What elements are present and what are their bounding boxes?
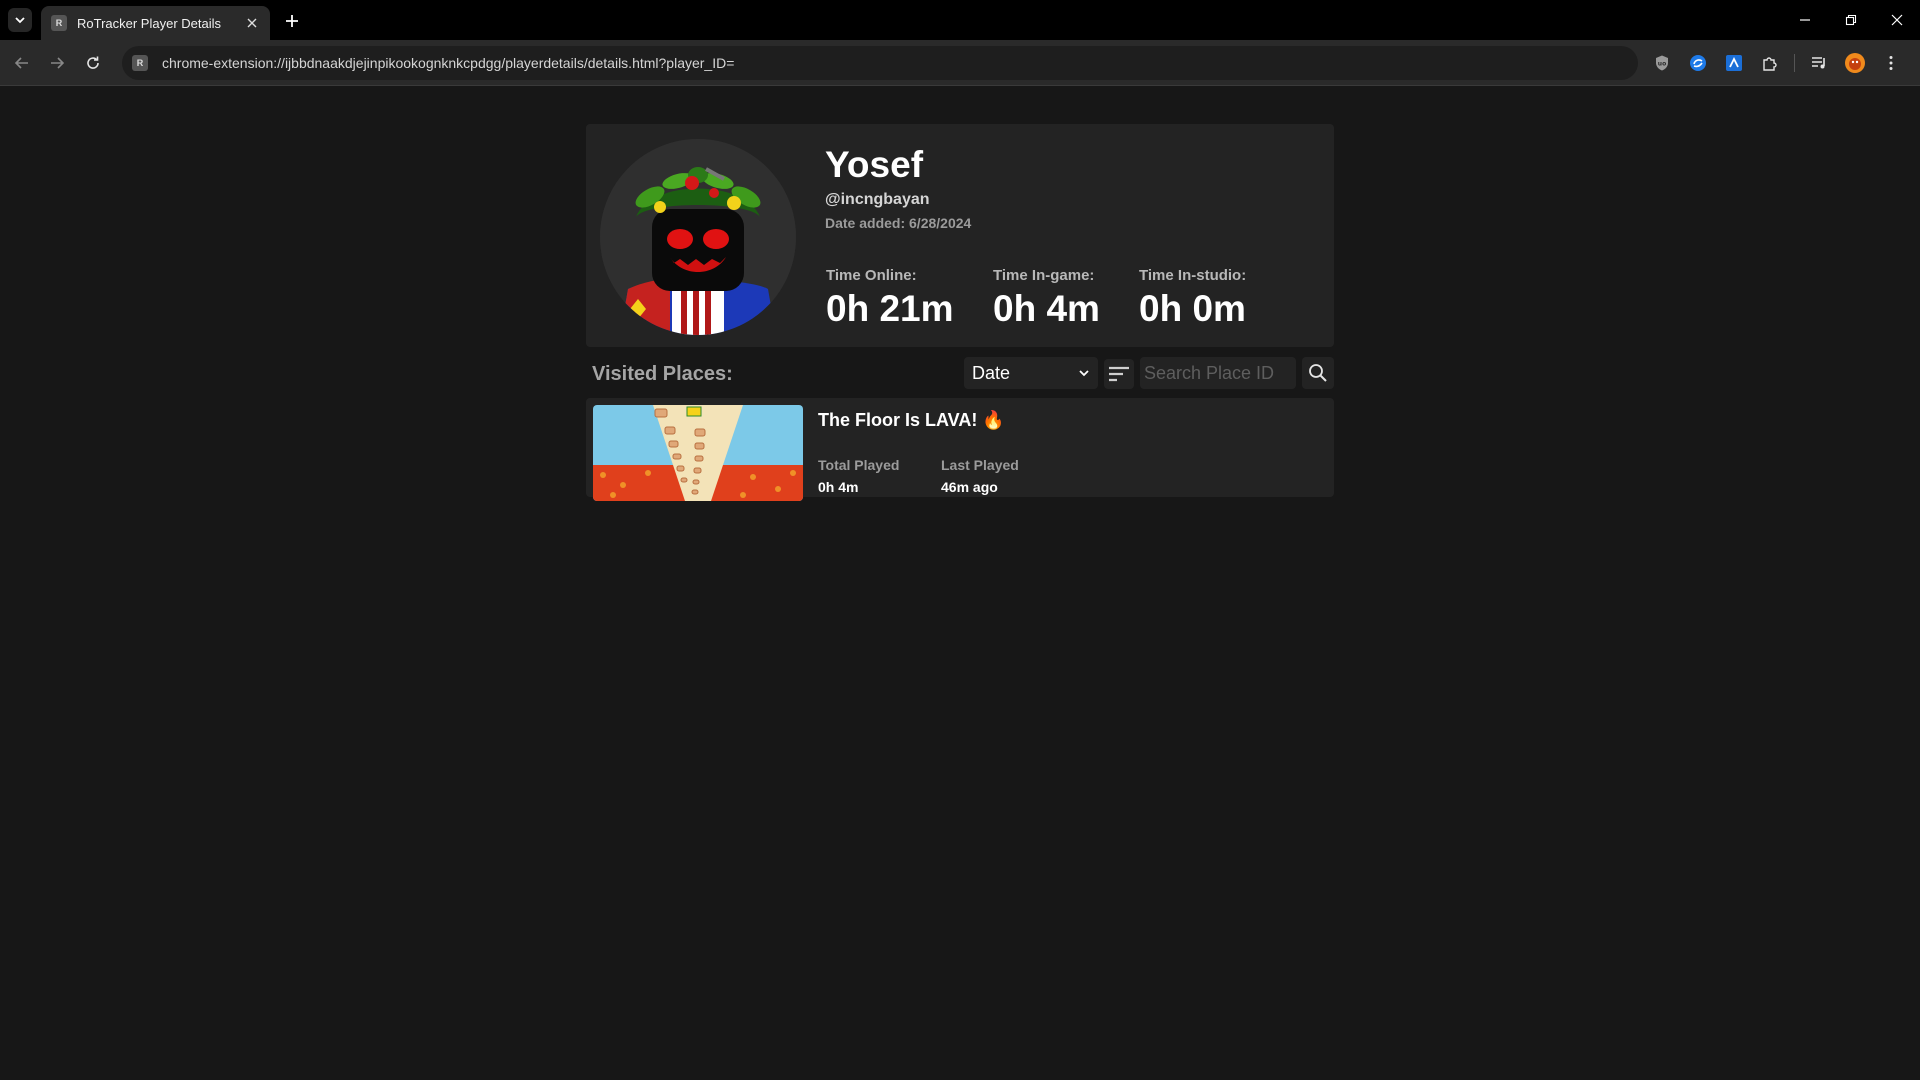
display-name: Yosef	[825, 144, 924, 185]
stat-value: 0h 0m	[1139, 288, 1246, 329]
profile-avatar-icon	[1845, 53, 1865, 73]
place-thumbnail-image	[593, 405, 803, 501]
shield-extension-button[interactable]: uo	[1650, 51, 1674, 75]
search-button[interactable]	[1302, 357, 1334, 389]
place-thumbnail[interactable]	[593, 405, 803, 501]
minimize-icon	[1800, 19, 1810, 21]
page-content: Yosef @incngbayan Date added: 6/28/2024 …	[0, 87, 1920, 1080]
tab-search-button[interactable]	[8, 8, 32, 32]
stat-time-in-game: Time In-game: 0h 4m	[993, 267, 1100, 330]
search-place-input[interactable]	[1140, 357, 1296, 389]
new-tab-button[interactable]	[281, 10, 303, 32]
sort-order-button[interactable]	[1104, 359, 1134, 389]
plus-icon	[286, 15, 298, 27]
stat-label: Time Online:	[826, 267, 917, 284]
url-text[interactable]: chrome-extension://ijbbdnaakdjejinpikook…	[162, 55, 734, 71]
player-avatar-image	[600, 139, 796, 335]
profile-card: Yosef @incngbayan Date added: 6/28/2024 …	[586, 124, 1334, 347]
sort-select-value: Date	[972, 362, 1011, 383]
circle-extension-button[interactable]	[1686, 51, 1710, 75]
puzzle-icon	[1763, 57, 1777, 71]
total-played-value: 0h 4m	[818, 479, 859, 495]
place-card[interactable]: The Floor Is LAVA! 🔥 Total Played 0h 4m …	[586, 398, 1334, 501]
chevron-down-icon	[15, 17, 25, 24]
arrow-right-icon	[51, 57, 65, 69]
avatar	[600, 139, 796, 335]
reload-button[interactable]	[81, 51, 105, 75]
roblox-extension-button[interactable]	[1722, 51, 1746, 75]
chrome-menu-button[interactable]	[1879, 51, 1903, 75]
restore-icon	[1845, 14, 1857, 26]
reload-icon	[87, 56, 99, 69]
date-added: Date added: 6/28/2024	[825, 215, 972, 231]
minimize-button[interactable]	[1782, 0, 1828, 40]
back-button[interactable]	[10, 51, 34, 75]
visited-places-heading: Visited Places:	[592, 363, 733, 385]
total-played-label: Total Played	[818, 457, 900, 473]
extensions-menu-button[interactable]	[1758, 51, 1782, 75]
place-last-played: Last Played 46m ago	[941, 457, 1019, 495]
stat-label: Time In-game:	[993, 267, 1095, 284]
stat-time-in-studio: Time In-studio: 0h 0m	[1139, 267, 1246, 330]
site-info-icon[interactable]: R	[132, 55, 148, 71]
sort-select[interactable]: Date	[964, 357, 1098, 389]
forward-button[interactable]	[45, 51, 69, 75]
window-controls	[1782, 0, 1920, 40]
shield-icon: uo	[1656, 55, 1668, 71]
tab-close-button[interactable]	[244, 15, 260, 31]
address-bar[interactable]: R chrome-extension://ijbbdnaakdjejinpiko…	[122, 46, 1638, 80]
last-played-value: 46m ago	[941, 479, 998, 495]
stat-time-online: Time Online: 0h 21m	[826, 267, 954, 330]
close-icon	[1891, 14, 1903, 26]
svg-text:uo: uo	[1658, 61, 1666, 68]
restore-button[interactable]	[1828, 0, 1874, 40]
tab-active[interactable]: R RoTracker Player Details	[41, 6, 270, 40]
close-icon	[247, 18, 257, 28]
media-queue-icon	[1812, 57, 1825, 69]
profile-button[interactable]	[1843, 51, 1867, 75]
username: @incngbayan	[825, 191, 930, 208]
stat-value: 0h 4m	[993, 288, 1100, 329]
search-icon	[1309, 364, 1327, 382]
close-window-button[interactable]	[1874, 0, 1920, 40]
place-name[interactable]: The Floor Is LAVA! 🔥	[818, 410, 1005, 431]
arrow-left-icon	[14, 57, 28, 69]
stat-value: 0h 21m	[826, 288, 954, 329]
media-control-button[interactable]	[1807, 51, 1831, 75]
more-vertical-icon	[1889, 56, 1893, 70]
extensions-area: uo	[1650, 51, 1915, 75]
browser-toolbar: R chrome-extension://ijbbdnaakdjejinpiko…	[0, 40, 1920, 86]
circle-logo-icon	[1690, 55, 1706, 71]
chevron-down-icon	[1079, 370, 1089, 377]
place-total-played: Total Played 0h 4m	[818, 457, 899, 495]
tab-bar: R RoTracker Player Details	[0, 0, 1920, 40]
stat-label: Time In-studio:	[1139, 267, 1247, 284]
sort-lines-icon	[1109, 366, 1129, 382]
tab-favicon: R	[51, 15, 67, 31]
last-played-label: Last Played	[941, 457, 1019, 473]
tab-title: RoTracker Player Details	[77, 15, 222, 31]
toolbar-divider	[1794, 54, 1795, 72]
roblox-logo-icon	[1726, 55, 1742, 71]
